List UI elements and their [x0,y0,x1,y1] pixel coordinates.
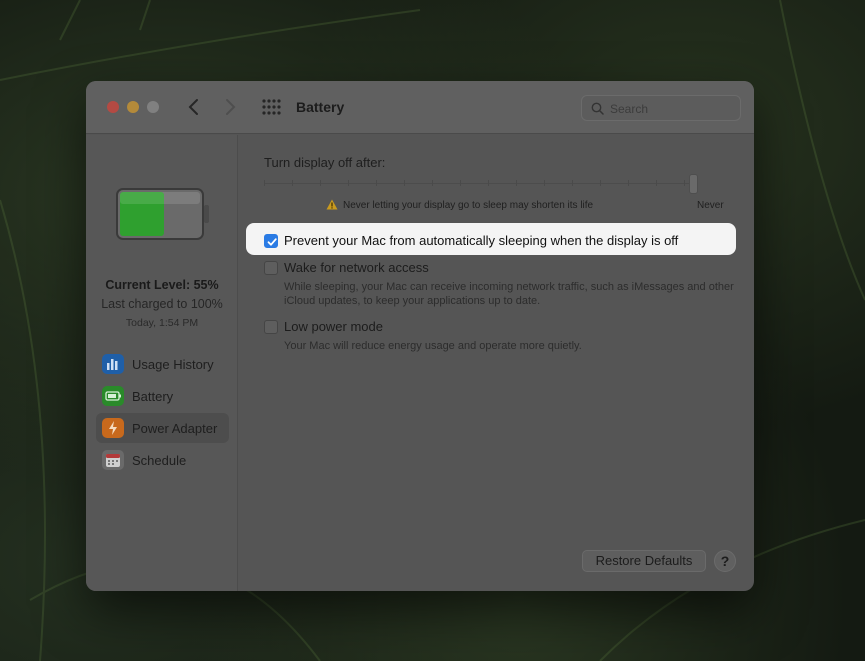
current-level-label: Current Level: 55% [105,278,219,292]
wake-network-description: While sleeping, your Mac can receive inc… [284,281,734,307]
battery-preferences-window: Battery Current Level: 55% Last charged … [86,81,754,591]
title-bar: Battery [86,81,754,134]
back-button[interactable] [182,95,206,119]
sidebar-item-power-adapter[interactable]: Power Adapter [96,413,229,443]
slider-tick [348,180,349,186]
slider-never-label: Never [697,200,724,211]
wake-network-checkbox[interactable] [264,261,278,275]
slider-tick [628,180,629,186]
sleep-warning-text: Never letting your display go to sleep m… [343,200,594,211]
usage-history-icon [102,354,124,374]
chevron-left-icon [188,99,198,115]
slider-tick [544,180,545,186]
help-button[interactable]: ? [714,550,736,572]
low-power-description: Your Mac will reduce energy usage and op… [284,340,582,352]
slider-tick [488,180,489,186]
low-power-checkbox[interactable] [264,320,278,334]
sidebar-item-label: Battery [132,389,174,404]
search-icon [591,102,604,115]
power-adapter-icon [102,418,124,438]
minimize-window-button[interactable] [127,101,139,113]
warning-icon [326,199,338,210]
slider-tick [404,180,405,186]
slider-tick [264,180,265,186]
show-all-button[interactable] [261,99,281,115]
sidebar-item-label: Power Adapter [132,421,218,436]
window-title: Battery [296,99,345,115]
battery-level-graphic [116,188,209,240]
forward-button[interactable] [218,95,242,119]
restore-defaults-button[interactable]: Restore Defaults [582,550,706,572]
battery-icon [102,386,124,406]
sidebar: Current Level: 55% Last charged to 100% … [86,135,238,591]
search-input[interactable] [610,100,735,117]
slider-tick [376,180,377,186]
slider-tick [320,180,321,186]
sidebar-item-battery[interactable]: Battery [96,381,229,411]
slider-tick [572,180,573,186]
low-power-label[interactable]: Low power mode [284,319,383,334]
schedule-icon [102,450,124,470]
sidebar-item-label: Schedule [132,453,187,468]
prevent-sleep-label[interactable]: Prevent your Mac from automatically slee… [284,233,678,248]
main-content: Turn display off after: Never letting yo… [238,135,754,591]
grid-icon [262,99,281,115]
slider-knob[interactable] [689,174,698,194]
display-off-slider[interactable] [264,183,694,184]
checkmark-icon [267,238,277,246]
slider-tick [600,180,601,186]
prevent-sleep-checkbox[interactable] [264,234,278,248]
wake-network-label[interactable]: Wake for network access [284,260,429,275]
close-window-button[interactable] [107,101,119,113]
slider-tick [656,180,657,186]
slider-tick [516,180,517,186]
sidebar-item-label: Usage History [132,357,214,372]
search-field[interactable] [581,95,741,121]
chevron-right-icon [226,99,236,115]
zoom-window-button[interactable] [147,101,159,113]
charged-time-label: Today, 1:54 PM [125,317,199,329]
last-charged-label: Last charged to 100% [101,297,223,311]
display-off-label: Turn display off after: [264,155,386,170]
slider-tick [432,180,433,186]
sidebar-item-schedule[interactable]: Schedule [96,445,229,475]
slider-tick [292,180,293,186]
sidebar-item-usage-history[interactable]: Usage History [96,349,229,379]
slider-tick [684,180,685,186]
slider-tick [460,180,461,186]
